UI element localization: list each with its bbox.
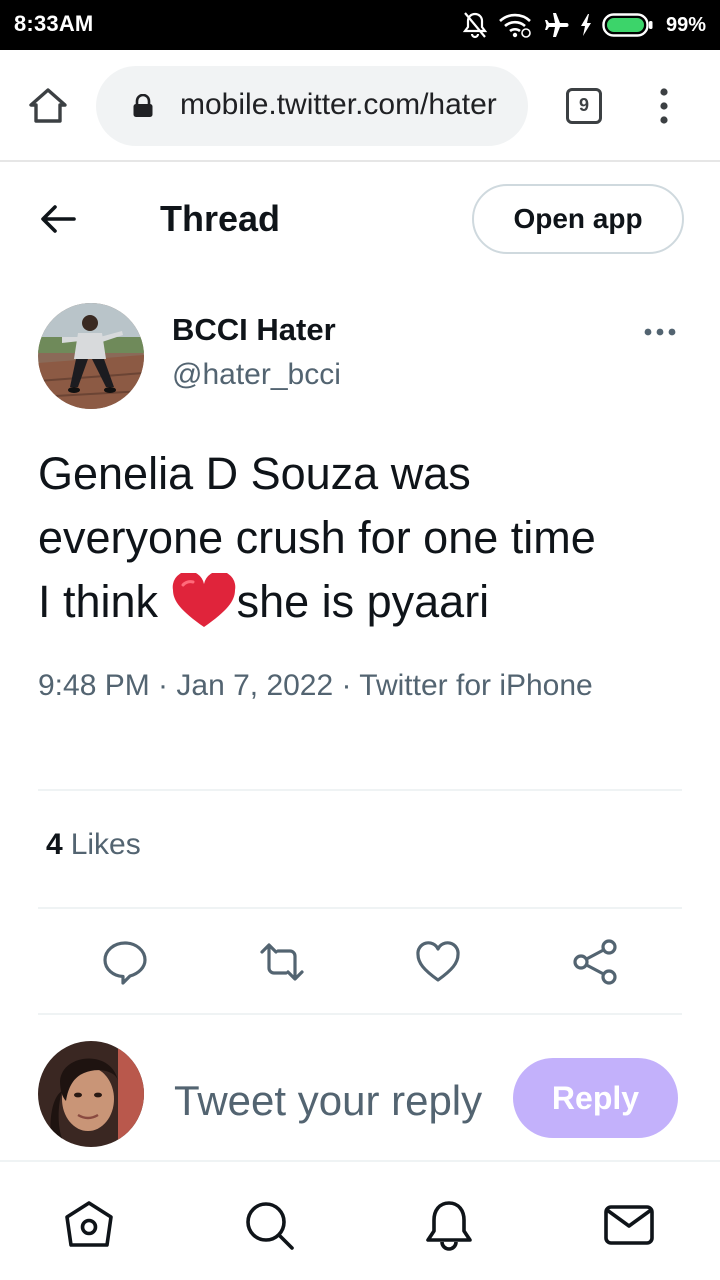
wifi-icon [499,13,531,38]
address-bar[interactable]: mobile.twitter.com/hater [96,66,528,146]
status-time: 8:33AM [14,11,94,36]
likes-label: Likes [70,828,141,861]
bottom-navigation [0,1160,720,1280]
author-handle[interactable]: @hater_bcci [172,358,341,392]
more-vertical-icon[interactable] [652,86,676,126]
open-app-button[interactable]: Open app [472,184,684,254]
tweet-line-text: I think [38,576,171,627]
home-icon[interactable] [28,86,68,126]
reply-input[interactable] [174,1074,494,1128]
messages-icon[interactable] [602,1198,656,1252]
tweet-text: Genelia D Souza was everyone crush for o… [38,442,688,634]
divider [38,907,682,909]
like-icon[interactable] [414,938,462,986]
browser-toolbar: mobile.twitter.com/hater 9 [0,50,720,162]
user-avatar[interactable] [38,1041,144,1147]
share-icon[interactable] [572,938,620,986]
author-name[interactable]: BCCI Hater [172,312,336,348]
likes-number: 4 [46,828,63,861]
status-bar: 8:33AM 99% [0,0,720,50]
divider [38,789,682,791]
battery-percent: 99% [665,13,706,36]
url-text[interactable]: mobile.twitter.com/hater [180,88,510,122]
airplane-icon [544,13,569,37]
status-icons: 99% [462,9,706,41]
tweet-line: everyone crush for one time [38,512,596,563]
tweet-line-text: she is pyaari [236,576,490,627]
charging-icon [580,14,591,36]
retweet-icon[interactable] [258,938,306,986]
reply-button[interactable]: Reply [513,1058,678,1138]
more-options-icon[interactable] [640,318,680,346]
back-arrow-icon[interactable] [38,202,78,236]
home-icon[interactable] [62,1198,116,1252]
notifications-icon[interactable] [422,1198,476,1252]
battery-icon [602,13,653,37]
tab-switcher-button[interactable]: 9 [566,88,602,124]
lock-icon [133,94,153,117]
bell-off-icon [462,12,488,39]
search-icon[interactable] [242,1198,296,1252]
tweet-line: I think she is pyaari [38,570,688,634]
tweet-timestamp[interactable]: 9:48 PM · Jan 7, 2022 · Twitter for iPho… [38,664,598,708]
reply-icon[interactable] [101,938,149,986]
red-heart-icon [172,573,235,627]
likes-count[interactable]: 4 Likes [46,828,141,862]
thread-header: Thread Open app [0,162,720,274]
author-avatar[interactable] [38,303,144,409]
tweet-line: Genelia D Souza was [38,448,471,499]
divider [38,1013,682,1015]
page-title: Thread [160,198,281,239]
